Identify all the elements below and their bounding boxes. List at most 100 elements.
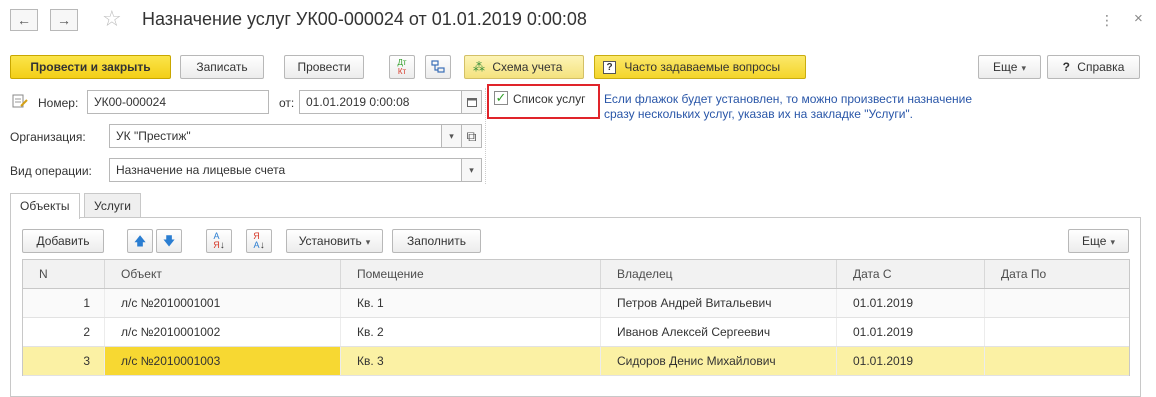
move-up-button[interactable]: 🡅 — [127, 229, 153, 253]
organization-label: Организация: — [10, 130, 86, 144]
structure-button[interactable] — [425, 55, 451, 79]
help-question-icon: ? — [1062, 60, 1070, 74]
cell-n: 3 — [23, 347, 105, 375]
checkmark-icon: ✓ — [495, 90, 507, 105]
cell-date-from: 01.01.2019 — [837, 318, 985, 346]
set-label: Установить — [298, 234, 362, 248]
services-list-label[interactable]: Список услуг — [513, 92, 586, 106]
cell-date-from: 01.01.2019 — [837, 347, 985, 375]
services-hint: Если флажок будет установлен, то можно п… — [604, 92, 1024, 122]
organization-value: УК "Престиж" — [116, 129, 191, 143]
arrow-down-icon: 🡇 — [162, 234, 176, 248]
number-field[interactable]: УК00-000024 — [87, 90, 269, 114]
hierarchy-icon — [431, 60, 445, 73]
scheme-icon: ⁂ — [473, 60, 485, 74]
post-and-close-button[interactable]: Провести и закрыть — [10, 55, 171, 79]
caret-down-icon: ▾ — [365, 237, 371, 247]
table-more-label: Еще — [1082, 234, 1107, 248]
cell-room: Кв. 1 — [341, 289, 601, 317]
cell-object-active: л/с №2010001003 — [105, 347, 341, 375]
open-link-icon: ⧉ — [466, 128, 477, 144]
favorite-star-icon[interactable]: ☆ — [102, 6, 122, 32]
cell-date-from: 01.01.2019 — [837, 289, 985, 317]
hint-line-1: Если флажок будет установлен, то можно п… — [604, 92, 973, 106]
cell-owner: Петров Андрей Витальевич — [601, 289, 837, 317]
cell-room: Кв. 3 — [341, 347, 601, 375]
cell-date-to — [985, 289, 1129, 317]
table-header: N Объект Помещение Владелец Дата С Дата … — [23, 260, 1129, 289]
faq-button[interactable]: ? Часто задаваемые вопросы — [594, 55, 806, 79]
operation-type-label: Вид операции: — [10, 164, 92, 178]
document-edit-icon — [12, 94, 28, 108]
close-icon[interactable]: × — [1134, 10, 1143, 27]
arrow-up-icon: 🡅 — [133, 234, 147, 248]
help-button[interactable]: ? Справка — [1047, 55, 1140, 79]
write-button[interactable]: Записать — [180, 55, 264, 79]
more-button[interactable]: Еще ▾ — [978, 55, 1041, 79]
tab-objects[interactable]: Объекты — [10, 193, 80, 219]
sort-ascending-button[interactable]: А Я↓ — [206, 229, 232, 253]
arrow-down-small-icon: ↓ — [259, 240, 265, 251]
arrow-right-icon: → — [57, 12, 71, 28]
date-field[interactable]: 01.01.2019 0:00:08 — [299, 90, 482, 114]
cell-n: 1 — [23, 289, 105, 317]
table-row[interactable]: 1 л/с №2010001001 Кв. 1 Петров Андрей Ви… — [23, 289, 1129, 318]
operation-type-value: Назначение на лицевые счета — [116, 163, 286, 177]
organization-dropdown-button[interactable]: ▾ — [441, 125, 461, 147]
more-label: Еще — [993, 60, 1018, 74]
faq-label: Часто задаваемые вопросы — [624, 60, 781, 74]
post-button[interactable]: Провести — [284, 55, 364, 79]
move-down-button[interactable]: 🡇 — [156, 229, 182, 253]
cell-owner: Иванов Алексей Сергеевич — [601, 318, 837, 346]
column-header-n[interactable]: N — [23, 260, 105, 288]
cell-room: Кв. 2 — [341, 318, 601, 346]
fill-button[interactable]: Заполнить — [392, 229, 481, 253]
arrow-down-small-icon: ↓ — [219, 240, 225, 251]
table-row-selected[interactable]: 3 л/с №2010001003 Кв. 3 Сидоров Денис Ми… — [23, 347, 1129, 376]
add-button[interactable]: Добавить — [22, 229, 104, 253]
column-header-object[interactable]: Объект — [105, 260, 341, 288]
set-button[interactable]: Установить ▾ — [286, 229, 383, 253]
column-header-room[interactable]: Помещение — [341, 260, 601, 288]
cell-n: 2 — [23, 318, 105, 346]
column-header-owner[interactable]: Владелец — [601, 260, 837, 288]
table-more-button[interactable]: Еще ▾ — [1068, 229, 1129, 253]
dt-kt-button[interactable]: Дт Кт — [389, 55, 415, 79]
number-label: Номер: — [38, 96, 79, 110]
back-button[interactable]: ← — [10, 9, 38, 31]
kt-icon-label: Кт — [397, 67, 407, 76]
accounting-scheme-button[interactable]: ⁂ Схема учета — [464, 55, 584, 79]
caret-down-icon: ▾ — [1021, 63, 1026, 73]
forward-button[interactable]: → — [50, 9, 78, 31]
caret-down-icon: ▾ — [449, 131, 454, 141]
calendar-icon — [466, 98, 477, 107]
scheme-label: Схема учета — [492, 60, 563, 74]
date-label: от: — [279, 96, 295, 110]
organization-open-button[interactable]: ⧉ — [461, 125, 481, 147]
column-header-date-to[interactable]: Дата По — [985, 260, 1129, 288]
column-separator — [485, 88, 486, 184]
caret-down-icon: ▾ — [469, 165, 474, 175]
sort-descending-button[interactable]: Я А↓ — [246, 229, 272, 253]
operation-type-field[interactable]: Назначение на лицевые счета ▾ — [109, 158, 482, 182]
cell-object: л/с №2010001001 — [105, 289, 341, 317]
services-list-checkbox[interactable]: ✓ — [494, 91, 508, 105]
page-title: Назначение услуг УК00-000024 от 01.01.20… — [142, 9, 587, 29]
cell-object: л/с №2010001002 — [105, 318, 341, 346]
column-header-date-from[interactable]: Дата С — [837, 260, 985, 288]
table-row[interactable]: 2 л/с №2010001002 Кв. 2 Иванов Алексей С… — [23, 318, 1129, 347]
more-icon[interactable]: ⋮ — [1100, 12, 1115, 29]
objects-table: N Объект Помещение Владелец Дата С Дата … — [22, 259, 1130, 376]
caret-down-icon: ▾ — [1110, 237, 1115, 247]
date-value: 01.01.2019 0:00:08 — [306, 95, 410, 109]
operation-type-dropdown-button[interactable]: ▾ — [461, 159, 481, 181]
help-label: Справка — [1077, 60, 1125, 74]
hint-line-2: сразу нескольких услуг, указав их на зак… — [604, 107, 913, 121]
cell-date-to — [985, 318, 1129, 346]
cell-owner: Сидоров Денис Михайлович — [601, 347, 837, 375]
calendar-button[interactable] — [461, 91, 481, 113]
organization-field[interactable]: УК "Престиж" ▾ ⧉ — [109, 124, 482, 148]
cell-date-to — [985, 347, 1129, 375]
tab-services[interactable]: Услуги — [84, 193, 141, 218]
arrow-left-icon: ← — [17, 12, 31, 28]
